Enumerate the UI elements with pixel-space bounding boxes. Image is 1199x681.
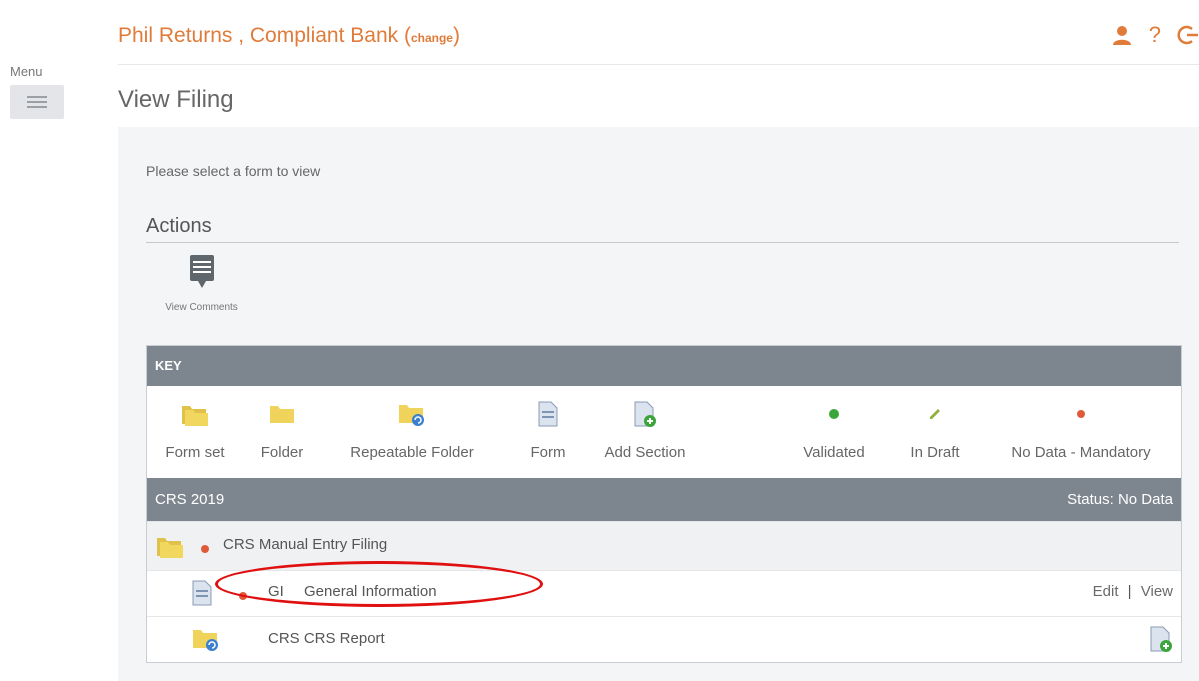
folder-icon [251, 394, 313, 434]
validated-icon [787, 394, 881, 434]
key-folder: Folder [251, 394, 313, 461]
action-separator: | [1127, 583, 1132, 600]
filing-header: CRS 2019 Status: No Data [147, 478, 1181, 521]
tree-row-label: CRS CRS Report [268, 630, 385, 647]
top-icons: ? [1111, 22, 1199, 48]
page-title: View Filing [118, 86, 234, 113]
actions-heading: Actions [146, 215, 212, 237]
select-form-prompt: Please select a form to view [146, 163, 321, 179]
key-in-draft: In Draft [899, 394, 971, 461]
mandatory-icon [200, 541, 210, 558]
comments-icon [188, 253, 216, 296]
tree-row-label: CRS Manual Entry Filing [223, 536, 388, 553]
edit-link[interactable]: Edit [1093, 583, 1119, 600]
repeatable-folder-icon [331, 394, 493, 434]
key-add-section: Add Section [587, 394, 703, 461]
user-icon[interactable] [1111, 24, 1133, 46]
key-form: Form [519, 394, 577, 461]
menu-button[interactable] [10, 85, 64, 119]
pencil-icon [899, 394, 971, 434]
view-comments-label: View Comments [165, 302, 238, 313]
hamburger-icon [27, 96, 47, 108]
filing-status: Status: No Data [1067, 491, 1173, 508]
form-icon [191, 579, 213, 611]
change-organization-link[interactable]: change [411, 31, 453, 45]
key-no-data-mandatory: No Data - Mandatory [989, 394, 1173, 461]
menu-label: Menu [10, 64, 43, 79]
view-comments-button[interactable]: View Comments [154, 253, 249, 321]
actions-divider [146, 242, 1179, 243]
mandatory-icon [238, 588, 248, 605]
key-legend: Form set Folder Repeatable Folder Form A… [147, 386, 1181, 478]
view-link[interactable]: View [1141, 583, 1173, 600]
repeatable-folder-icon [191, 625, 221, 657]
add-section-icon[interactable] [1149, 625, 1173, 657]
form-icon [519, 394, 577, 434]
key-validated: Validated [787, 394, 881, 461]
filing-tree: KEY Form set Folder Repeatable Folder Fo… [146, 345, 1182, 663]
form-label: General Information [304, 583, 437, 600]
tree-row-general-information[interactable]: GI General Information Edit | View [147, 570, 1181, 616]
tree-row-manual-entry-filing[interactable]: CRS Manual Entry Filing [147, 521, 1181, 570]
top-bar: Phil Returns , Compliant Bank (change) ? [118, 20, 1199, 65]
form-code: GI [268, 583, 284, 600]
add-section-icon [587, 394, 703, 434]
key-header: KEY [147, 346, 1181, 386]
content-panel: Please select a form to view Actions Vie… [118, 127, 1199, 681]
tree-row-crs-report[interactable]: CRS CRS Report [147, 616, 1181, 662]
organization-title: Phil Returns , Compliant Bank (change) [118, 24, 460, 47]
mandatory-icon [989, 394, 1173, 434]
form-set-icon [153, 394, 237, 434]
organization-name: Phil Returns , Compliant Bank [118, 24, 404, 47]
row-actions: Edit | View [1093, 583, 1173, 600]
filing-name: CRS 2019 [155, 491, 225, 508]
key-repeatable-folder: Repeatable Folder [331, 394, 493, 461]
form-set-icon [155, 532, 185, 564]
logout-icon[interactable] [1177, 24, 1199, 46]
help-icon[interactable]: ? [1149, 22, 1161, 48]
key-form-set: Form set [153, 394, 237, 461]
